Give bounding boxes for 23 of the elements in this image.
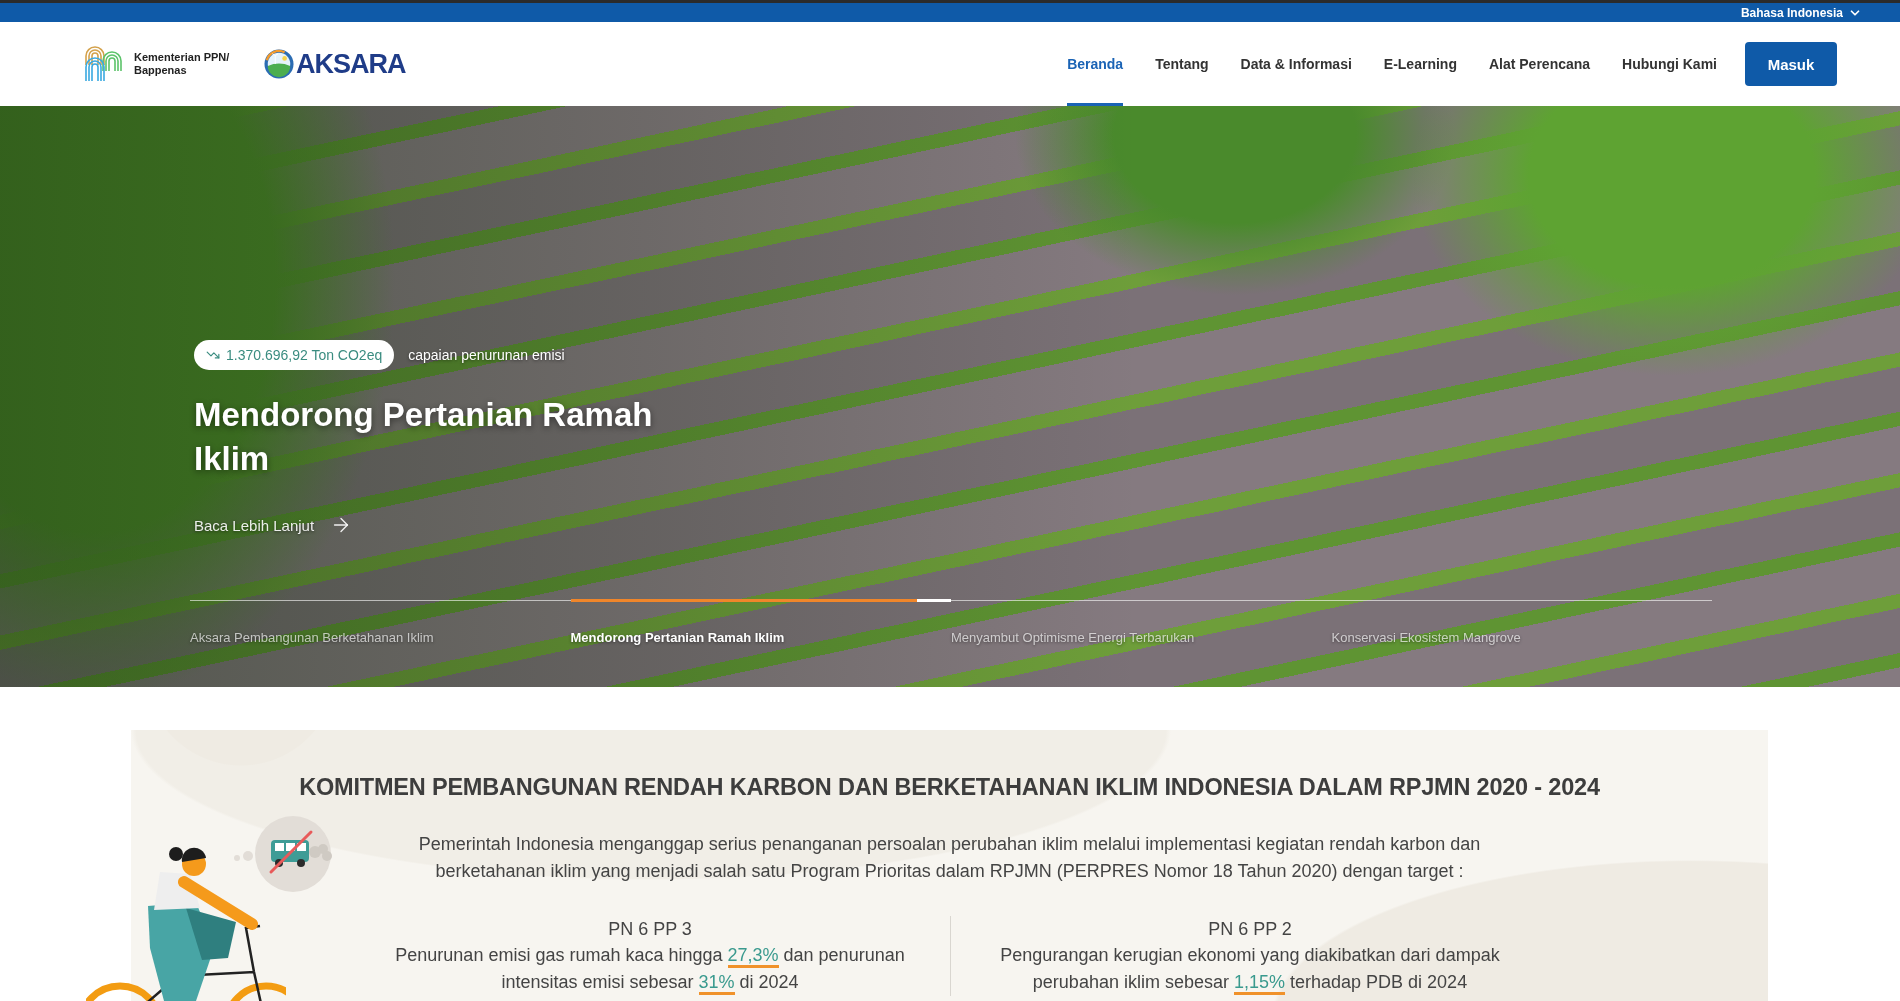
nav-link[interactable]: Data & Informasi <box>1240 22 1352 106</box>
language-selector[interactable]: Bahasa Indonesia <box>1740 5 1862 20</box>
nav-link[interactable]: Alat Perencana <box>1488 22 1591 106</box>
target-code: PN 6 PP 3 <box>607 918 693 941</box>
stat-caption: capaian penurunan emisi <box>408 347 565 363</box>
target-code: PN 6 PP 2 <box>1207 918 1293 941</box>
slide-tab[interactable]: Mendorong Pertanian Ramah Iklim <box>570 630 785 645</box>
globe-logo-icon <box>264 49 294 79</box>
nav-link[interactable]: E-Learning <box>1383 22 1457 106</box>
read-more-link[interactable]: Baca Lebih Lanjut <box>194 514 353 536</box>
ministry-name: Kementerian PPN/ Bappenas <box>134 51 231 77</box>
section-title: KOMITMEN PEMBANGUNAN RENDAH KARBON DAN BERKETAHANAN IKLIM INDONESIA DALAM RPJMN 2020 - 2024 <box>298 774 1601 800</box>
nav-link[interactable]: Tentang <box>1155 22 1209 106</box>
target-text: Penurunan emisi gas rumah kaca hingga 27,3% dan penurunan intensitas emisi sebesar 31% di 2024 <box>390 942 910 996</box>
slide-tab[interactable]: Aksara Pembangunan Berketahanan Iklim <box>190 630 434 645</box>
arches-logo-icon <box>84 46 122 82</box>
target-text: Pengurangan kerugian ekonomi yang diakibatkan dari dampak perubahan iklim sebesar 1,15% terhadap PDB di 2024 <box>990 942 1510 996</box>
stat-value: 1.370.696,92 Ton CO2eq <box>226 347 383 363</box>
intro-paragraph: Pemerintah Indonesia menganggap serius penanganan persoalan perubahan iklim melalui implementasi kegiatan rendah karbon dan berketahanan iklim yang menjadi salah satu Program Prioritas dalam RPJMN (PERPRES Nomor 18 Tahun 2020) dengan target : <box>417 833 1482 883</box>
login-button[interactable]: Masuk <box>1745 42 1837 86</box>
brand-name: AKSARA <box>296 48 406 80</box>
nav-link[interactable]: Hubungi Kami <box>1622 22 1717 106</box>
hero-title: Mendorong Pertanian Ramah Iklim <box>194 395 654 479</box>
